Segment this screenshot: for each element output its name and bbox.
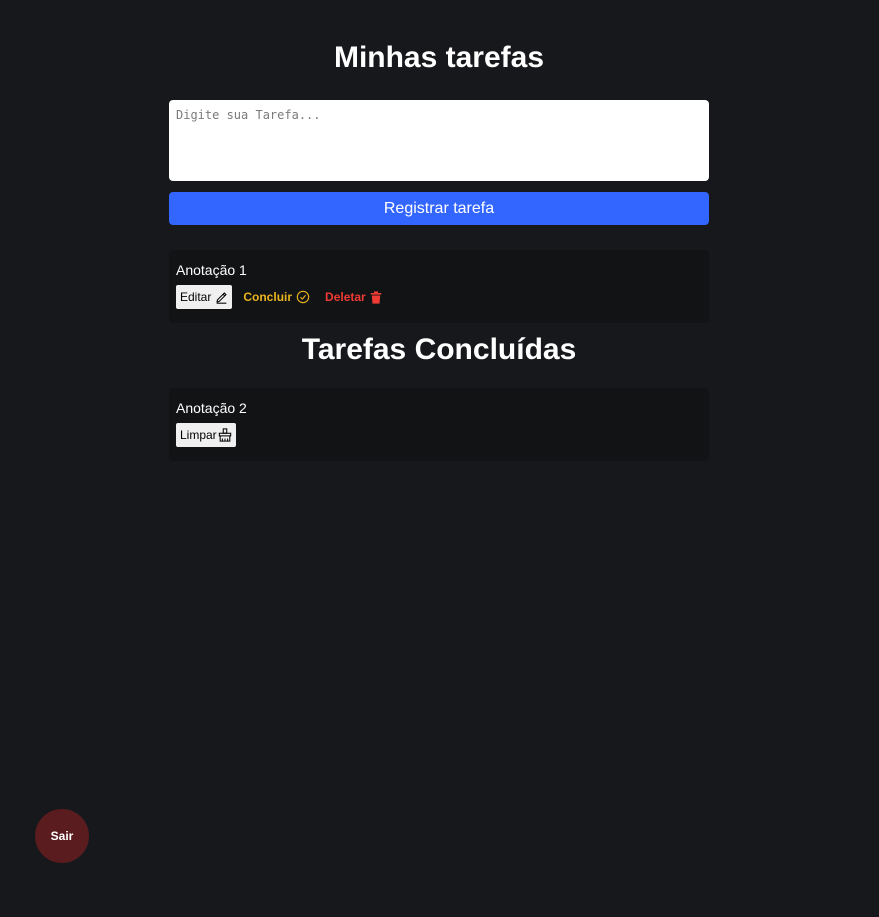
clear-button[interactable]: Limpar — [176, 423, 236, 447]
check-circle-icon — [296, 290, 310, 304]
delete-button[interactable]: Deletar — [325, 290, 382, 304]
edit-button[interactable]: Editar — [176, 285, 233, 309]
completed-task-text: Anotação 2 — [176, 400, 247, 416]
page-title: Minhas tarefas — [333, 41, 545, 74]
completed-task-actions: Limpar — [176, 423, 702, 447]
task-actions: Editar Concluir Deletar — [176, 285, 702, 309]
task-input[interactable] — [169, 100, 709, 181]
edit-button-label: Editar — [180, 290, 212, 304]
completed-task-card: Anotação 2 Limpar — [169, 388, 709, 461]
page: Minhas tarefas Registrar tarefa Anotação… — [0, 0, 879, 917]
trash-icon — [370, 290, 382, 304]
broom-icon — [218, 428, 232, 442]
conclude-button-label: Concluir — [243, 290, 293, 304]
clear-button-label: Limpar — [180, 428, 217, 442]
register-task-button[interactable]: Registrar tarefa — [169, 192, 709, 225]
completed-tasks-title: Tarefas Concluídas — [301, 333, 577, 366]
main-container: Minhas tarefas Registrar tarefa Anotação… — [169, 0, 709, 461]
pencil-icon — [215, 291, 228, 304]
logout-button[interactable]: Sair — [35, 809, 89, 863]
task-text: Anotação 1 — [176, 262, 247, 278]
conclude-button[interactable]: Concluir — [243, 290, 310, 304]
task-card: Anotação 1 Editar Concluir Deletar — [169, 250, 709, 323]
delete-button-label: Deletar — [325, 290, 366, 304]
